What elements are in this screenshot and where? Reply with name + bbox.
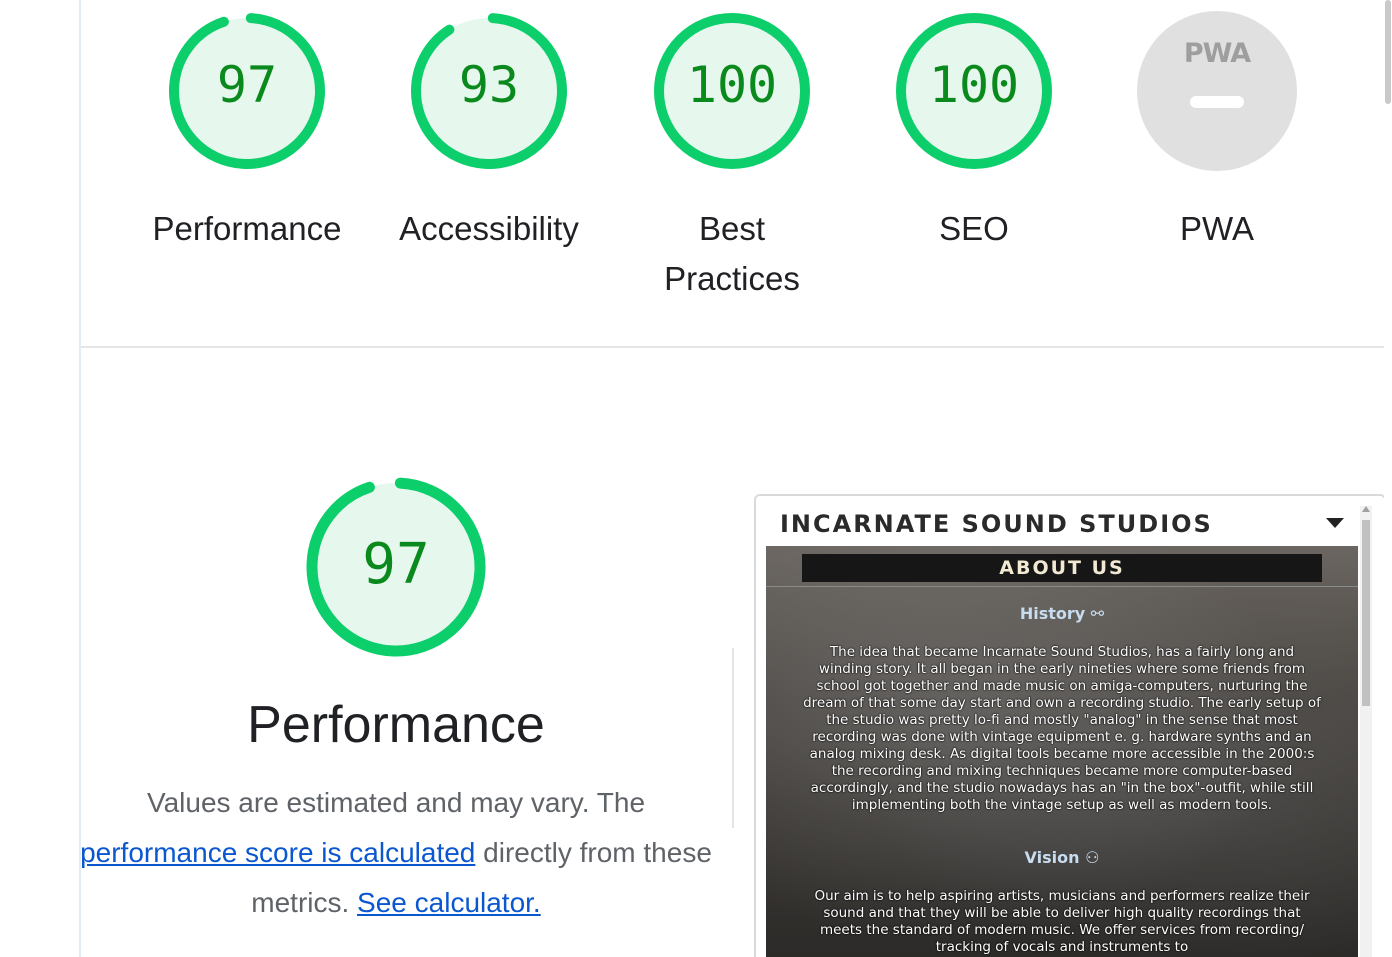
- history-text: The idea that became Incarnate Sound Stu…: [803, 644, 1321, 813]
- page-scrollbar[interactable]: [1384, 0, 1392, 957]
- description-text: Values are estimated and may vary. The: [146, 787, 646, 818]
- gauge-score: 97: [216, 56, 278, 114]
- description-text: metrics.: [251, 887, 358, 918]
- performance-title: Performance: [247, 696, 545, 754]
- section-divider: [81, 346, 1385, 348]
- see-calculator-link[interactable]: See calculator.: [357, 887, 541, 918]
- performance-score: 97: [362, 532, 430, 597]
- history-heading: History ⚯: [1019, 604, 1105, 623]
- final-screenshot[interactable]: INCARNATE SOUND STUDIOS ABOUT US History…: [754, 494, 1386, 957]
- lighthouse-report: 97 Performance 93 Accessibility 100 Best…: [0, 0, 1392, 957]
- gauge-score: 100: [686, 56, 778, 114]
- gauge-seo[interactable]: 100 SEO: [853, 8, 1095, 254]
- gauge-accessibility[interactable]: 93 Accessibility: [368, 8, 610, 254]
- pwa-gauge-ring: [1137, 11, 1297, 171]
- about-us-banner: ABOUT US: [802, 554, 1322, 582]
- description-text: directly from these: [475, 837, 712, 868]
- performance-gauge-large: 97: [270, 474, 522, 665]
- vertical-divider: [732, 648, 734, 828]
- vision-text: Our aim is to help aspiring artists, mus…: [814, 888, 1310, 955]
- site-brand: INCARNATE SOUND STUDIOS: [780, 510, 1213, 538]
- left-border: [79, 0, 81, 957]
- gauge-label: Best Practices: [611, 204, 853, 304]
- gauge-score: 100: [928, 56, 1020, 114]
- gauge-pwa[interactable]: PWA PWA: [1096, 8, 1338, 254]
- gauge-label-line: Best: [698, 210, 766, 247]
- gauge-label: SEO: [939, 210, 1009, 247]
- gauge-performance[interactable]: 97 Performance: [126, 8, 368, 254]
- score-calculation-link[interactable]: performance score is calculated: [80, 837, 475, 868]
- menu-caret-icon: [1326, 518, 1344, 528]
- screenshot-body: ABOUT US History ⚯ The idea that became …: [766, 546, 1358, 957]
- left-gutter: [0, 760, 79, 957]
- gauge-label: Performance: [152, 210, 342, 247]
- screenshot-scrollbar: [1360, 506, 1372, 957]
- pwa-icon: PWA: [1183, 38, 1251, 69]
- screenshot-header: INCARNATE SOUND STUDIOS: [756, 496, 1384, 550]
- screenshot-scroll-thumb: [1362, 520, 1370, 706]
- gauge-best-practices[interactable]: 100 Best Practices: [611, 8, 853, 304]
- category-gauges: 97 Performance 93 Accessibility 100 Best…: [126, 0, 1366, 320]
- vision-heading: Vision ⚇: [1024, 848, 1100, 867]
- gauge-score: 93: [458, 56, 520, 114]
- page-scroll-thumb[interactable]: [1385, 0, 1391, 104]
- gauge-label: PWA: [1180, 210, 1254, 247]
- gauge-label: Accessibility: [399, 210, 579, 247]
- pwa-na-dash-icon: [1190, 96, 1244, 108]
- performance-description: Values are estimated and may vary. The p…: [64, 778, 728, 928]
- gauge-label-line: Practices: [664, 260, 800, 297]
- banner-rule: [766, 586, 1358, 587]
- scroll-up-arrow-icon: [1362, 506, 1370, 512]
